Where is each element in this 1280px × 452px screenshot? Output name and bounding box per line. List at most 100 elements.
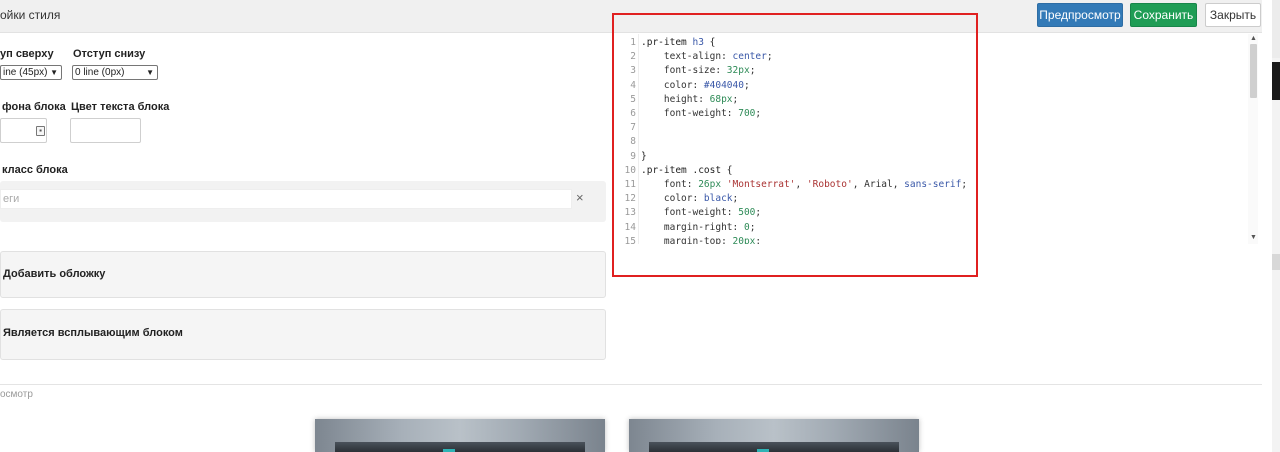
- save-button[interactable]: Сохранить: [1130, 3, 1197, 27]
- code-token: font-weight:: [641, 108, 739, 119]
- code-line[interactable]: 15 margin-top: 20px;: [622, 235, 1242, 244]
- code-token: , Arial,: [852, 179, 905, 190]
- line-number: 3: [630, 65, 636, 77]
- padding-top-value: ine (45px): [3, 67, 48, 78]
- preview-section-label: осмотр: [0, 389, 33, 400]
- code-text: }: [641, 150, 647, 164]
- code-token: 68px: [709, 93, 733, 105]
- code-text: .pr-item .cost {: [641, 164, 733, 178]
- code-text: font-weight: 500;: [641, 206, 761, 220]
- code-line[interactable]: 1 .pr-item h3 {: [622, 36, 1242, 50]
- padding-bottom-select[interactable]: 0 line (0px) ▼: [72, 65, 158, 80]
- chevron-down-icon: ▼: [50, 68, 58, 77]
- window-edge: [1272, 0, 1280, 452]
- code-line[interactable]: 12 color: black;: [622, 192, 1242, 206]
- code-text: margin-top: 20px;: [641, 235, 761, 244]
- line-number: 14: [624, 221, 636, 233]
- code-token: ;: [749, 65, 756, 77]
- code-token: 26px: [698, 179, 722, 190]
- code-token: margin-top:: [641, 235, 733, 244]
- preview-button[interactable]: Предпросмотр: [1037, 3, 1123, 27]
- code-text: color: #404040;: [641, 79, 750, 93]
- line-number: 2: [630, 51, 636, 63]
- code-text: margin-right: 0;: [641, 221, 756, 235]
- code-text: font-weight: 700;: [641, 107, 761, 121]
- code-token: 700: [738, 108, 756, 119]
- code-token: ,: [795, 179, 807, 190]
- line-number: 12: [624, 193, 636, 205]
- css-code-editor[interactable]: 1 .pr-item h3 {2 text-align: center; 3 fon…: [622, 34, 1262, 244]
- padding-bottom-label: Отступ снизу: [73, 48, 146, 60]
- chevron-down-icon: ▼: [146, 68, 154, 77]
- line-number: 13: [624, 207, 636, 219]
- line-number: 6: [630, 108, 636, 119]
- section-divider: [0, 384, 1262, 385]
- code-token: ;: [749, 221, 756, 233]
- code-line[interactable]: 13 font-weight: 500;: [622, 206, 1242, 220]
- line-number: 11: [624, 179, 636, 190]
- code-token: ;: [732, 193, 739, 205]
- color-picker-icon[interactable]: ▪: [36, 126, 45, 136]
- code-line[interactable]: 2 text-align: center;: [622, 50, 1242, 64]
- padding-top-select[interactable]: ine (45px) ▼: [0, 65, 62, 80]
- code-text: font-size: 32px;: [641, 64, 756, 78]
- code-token: height:: [641, 93, 710, 105]
- close-button[interactable]: Закрыть: [1205, 3, 1261, 27]
- css-class-input[interactable]: еги: [0, 189, 572, 209]
- code-token: 'Montserrat': [726, 179, 796, 190]
- code-line[interactable]: 3 font-size: 32px;: [622, 64, 1242, 78]
- code-token: sans-serif: [904, 179, 962, 190]
- code-line[interactable]: 14 margin-right: 0;: [622, 221, 1242, 235]
- code-text: height: 68px;: [641, 93, 738, 107]
- popup-panel[interactable]: Является всплывающим блоком: [0, 309, 606, 360]
- code-line[interactable]: 4 color: #404040;: [622, 79, 1242, 93]
- code-line[interactable]: 5 height: 68px;: [622, 93, 1242, 107]
- code-text: text-align: center;: [641, 50, 773, 64]
- preview-image: [649, 442, 899, 452]
- code-token: ;: [755, 207, 762, 219]
- code-token: }: [641, 150, 647, 162]
- code-token: .pr-item .cost {: [641, 164, 733, 176]
- window-title: ойки стиля: [0, 8, 61, 22]
- text-color-input[interactable]: [70, 118, 141, 143]
- scroll-up-icon[interactable]: ▲: [1250, 35, 1257, 42]
- code-line[interactable]: 6 font-weight: 700;: [622, 107, 1242, 121]
- code-line[interactable]: 8: [622, 135, 1242, 149]
- scroll-down-icon[interactable]: ▼: [1250, 234, 1257, 241]
- code-token: .pr-item: [641, 37, 693, 48]
- code-token: font-weight:: [641, 207, 739, 219]
- line-number: 15: [624, 235, 636, 244]
- code-text: .pr-item h3 {: [641, 36, 715, 50]
- code-token: ;: [732, 93, 739, 105]
- line-number: 1: [630, 37, 636, 48]
- code-token: #404040: [703, 79, 744, 91]
- code-token: black: [703, 193, 733, 205]
- code-token: ;: [743, 79, 750, 91]
- code-line[interactable]: 11 font: 26px 'Montserrat', 'Roboto', Ar…: [622, 178, 1242, 192]
- line-number: 4: [630, 79, 636, 91]
- css-class-field: еги ×: [0, 181, 606, 222]
- code-line[interactable]: 7: [622, 121, 1242, 135]
- code-text: color: black;: [641, 192, 738, 206]
- bg-color-input[interactable]: ▪: [0, 118, 47, 143]
- line-number: 10: [624, 164, 636, 176]
- padding-top-label: уп сверху: [0, 48, 54, 60]
- text-color-label: Цвет текста блока: [71, 101, 170, 113]
- code-token: h3: [692, 37, 704, 48]
- code-token: ;: [755, 108, 762, 119]
- code-token: ;: [766, 51, 773, 63]
- popup-option-label: Является всплывающим блоком: [3, 327, 183, 339]
- code-token: ;: [961, 179, 968, 190]
- code-token: 32px: [726, 65, 750, 77]
- line-number: 7: [630, 122, 636, 134]
- line-number: 5: [630, 93, 636, 105]
- code-line[interactable]: 9}: [622, 150, 1242, 164]
- code-line[interactable]: 10 .pr-item .cost {: [622, 164, 1242, 178]
- clear-icon[interactable]: ×: [576, 190, 584, 205]
- editor-scroll-thumb[interactable]: [1250, 44, 1257, 98]
- padding-bottom-value: 0 line (0px): [75, 67, 125, 78]
- code-token: color:: [641, 193, 704, 205]
- code-token: 20px: [732, 235, 756, 244]
- code-token: ;: [755, 235, 762, 244]
- cover-panel[interactable]: Добавить обложку: [0, 251, 606, 298]
